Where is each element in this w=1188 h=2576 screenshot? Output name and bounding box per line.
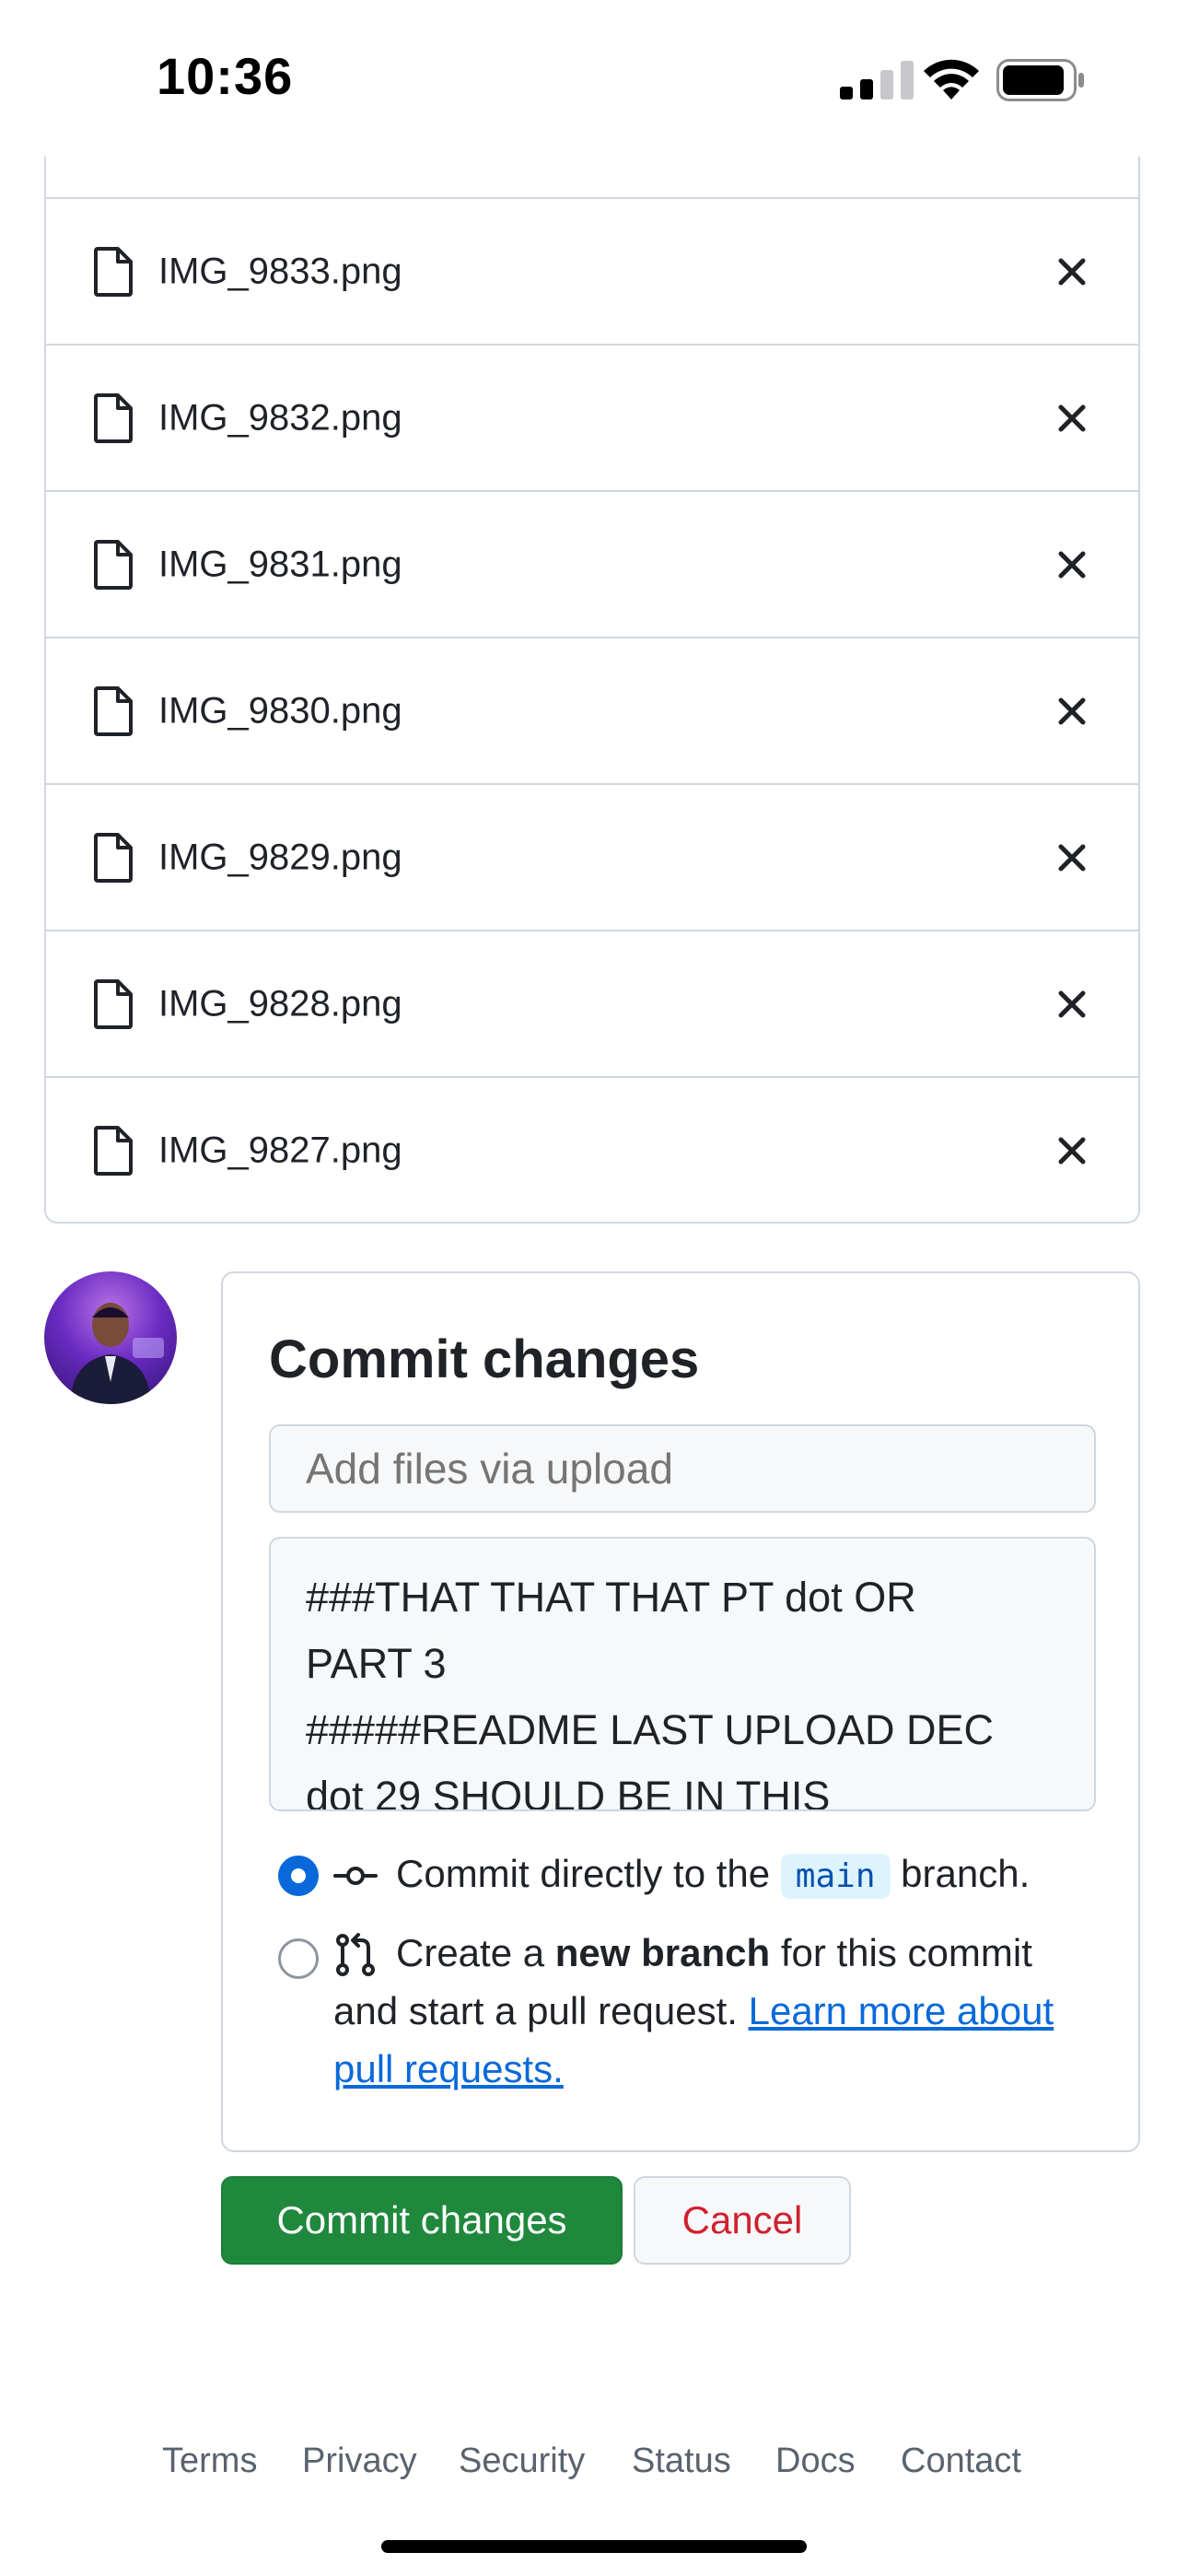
new-branch-radio[interactable] bbox=[278, 1938, 319, 1979]
footer-link-status[interactable]: Status bbox=[632, 2441, 731, 2481]
cancel-button[interactable]: Cancel bbox=[634, 2176, 851, 2265]
footer-link-contact[interactable]: Contact bbox=[901, 2441, 1021, 2481]
footer-link-security[interactable]: Security bbox=[459, 2441, 585, 2481]
pull-requests-link[interactable]: pull requests. bbox=[333, 2047, 564, 2090]
file-icon bbox=[94, 539, 133, 590]
file-icon bbox=[94, 392, 133, 443]
footer-link-terms[interactable]: Terms bbox=[162, 2441, 257, 2481]
commit-changes-panel: Commit changes ###THAT THAT THAT PT dot … bbox=[221, 1271, 1140, 2152]
footer-link-privacy[interactable]: Privacy bbox=[302, 2441, 417, 2481]
file-row: IMG_9832.png bbox=[46, 344, 1138, 490]
file-name: IMG_9831.png bbox=[158, 544, 402, 584]
file-name: IMG_9833.png bbox=[158, 251, 402, 291]
uploaded-files-list: IMG_9833.png IMG_9832.png IMG_9831.png I… bbox=[44, 157, 1140, 1224]
status-time: 10:36 bbox=[157, 47, 294, 105]
commit-summary-input[interactable] bbox=[269, 1424, 1096, 1513]
status-bar: 10:36 bbox=[0, 0, 1188, 166]
description-line: PART 3 bbox=[306, 1640, 447, 1687]
home-indicator[interactable] bbox=[381, 2540, 807, 2553]
commit-direct-label: Commit directly to the main branch. bbox=[396, 1844, 1030, 1905]
file-row: IMG_9828.png bbox=[46, 930, 1138, 1076]
commit-changes-button[interactable]: Commit changes bbox=[221, 2176, 623, 2265]
remove-file-icon[interactable] bbox=[1055, 988, 1089, 1021]
file-row: IMG_9831.png bbox=[46, 490, 1138, 637]
file-name: IMG_9828.png bbox=[158, 983, 402, 1024]
remove-file-icon[interactable] bbox=[1055, 1134, 1089, 1167]
file-name: IMG_9829.png bbox=[158, 837, 402, 877]
user-avatar[interactable] bbox=[44, 1271, 177, 1404]
file-row: IMG_9833.png bbox=[46, 197, 1138, 344]
commit-description-textarea[interactable]: ###THAT THAT THAT PT dot OR PART 3 #####… bbox=[269, 1537, 1096, 1811]
git-pull-request-icon bbox=[336, 1933, 375, 1976]
description-line: #####README LAST UPLOAD DEC bbox=[306, 1706, 994, 1753]
git-commit-icon bbox=[333, 1867, 378, 1885]
description-line: ###THAT THAT THAT PT dot OR bbox=[306, 1574, 916, 1621]
avatar-photo bbox=[70, 1303, 164, 1404]
file-icon bbox=[94, 1125, 133, 1176]
battery-icon bbox=[996, 59, 1084, 101]
description-line: dot 29 SHOULD BE IN THIS bbox=[306, 1773, 831, 1811]
file-row: IMG_9830.png bbox=[46, 637, 1138, 783]
file-row: IMG_9827.png bbox=[46, 1076, 1138, 1222]
file-icon bbox=[94, 978, 133, 1029]
file-name: IMG_9832.png bbox=[158, 397, 402, 438]
cellular-signal-icon bbox=[840, 61, 914, 100]
file-icon bbox=[94, 832, 133, 883]
file-icon bbox=[94, 246, 133, 297]
remove-file-icon[interactable] bbox=[1055, 548, 1089, 581]
footer-link-docs[interactable]: Docs bbox=[775, 2441, 856, 2481]
branch-name-main: main bbox=[780, 1854, 891, 1899]
learn-more-link[interactable]: Learn more about bbox=[749, 1989, 1054, 2032]
file-name: IMG_9827.png bbox=[158, 1130, 402, 1170]
file-icon bbox=[94, 685, 133, 736]
file-row: IMG_9829.png bbox=[46, 783, 1138, 930]
file-name: IMG_9830.png bbox=[158, 690, 402, 731]
footer-links: Terms Privacy Security Status Docs Conta… bbox=[0, 2441, 1188, 2497]
remove-file-icon[interactable] bbox=[1055, 695, 1089, 728]
commit-title: Commit changes bbox=[269, 1329, 700, 1389]
commit-direct-radio[interactable] bbox=[278, 1856, 319, 1896]
remove-file-icon[interactable] bbox=[1055, 841, 1089, 874]
wifi-icon bbox=[924, 59, 979, 100]
remove-file-icon[interactable] bbox=[1055, 402, 1089, 435]
remove-file-icon[interactable] bbox=[1055, 255, 1089, 288]
new-branch-label: Create a new branch for this commit and … bbox=[333, 1931, 1054, 2090]
